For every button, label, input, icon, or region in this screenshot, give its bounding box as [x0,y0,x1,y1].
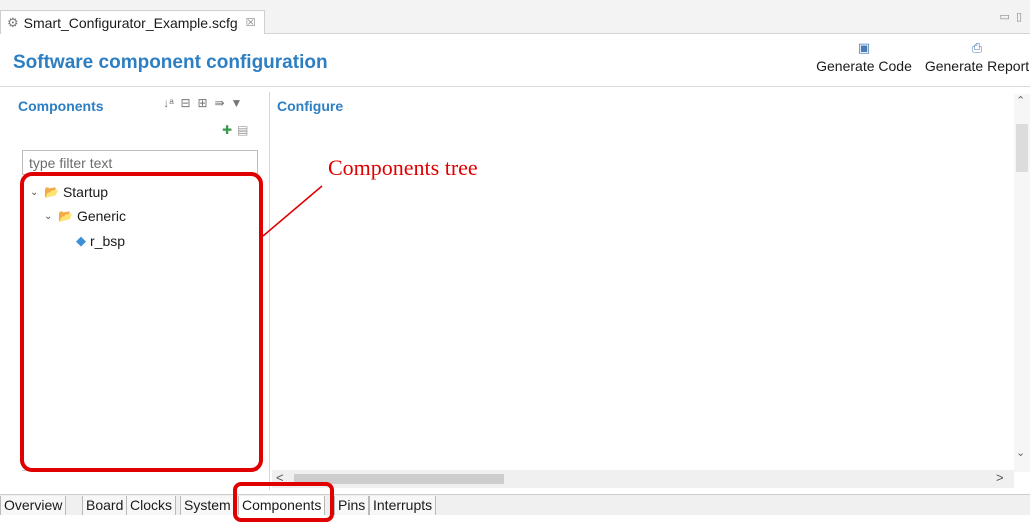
view-menu-icon[interactable]: ▼ [230,96,243,110]
tab-interrupts[interactable]: Interrupts [369,496,437,515]
components-pane-bottom [22,470,258,488]
generate-report-label: Generate Report [924,58,1030,74]
tab-overview[interactable]: Overview [0,496,67,515]
configure-pane-title: Configure [277,98,344,114]
collapse-all-icon[interactable]: ⊟ [179,96,192,110]
callout-label: Components tree [328,155,478,180]
generate-code-icon: ▣ [857,40,871,55]
vertical-scroll-thumb[interactable] [1016,124,1028,172]
generate-code-label: Generate Code [816,58,912,74]
tab-pins[interactable]: Pins [334,496,370,515]
components-tab-highlight [233,482,334,522]
tab-system[interactable]: System [180,496,235,515]
components-toolbar-secondary: ✚ ▤ [222,123,248,137]
components-toolbar: ↓ᵃ ⊟ ⊞ ⇛ ▼ [162,96,243,110]
tab-board[interactable]: Board [82,496,128,515]
page-title: Software component configuration [13,52,328,73]
view-switch-icon[interactable]: ⇛ [213,96,226,110]
generate-report-icon: ⎙ [971,40,983,55]
close-tab-icon[interactable]: ☒ [246,16,256,29]
scroll-down-icon[interactable]: ⌄ [1016,446,1025,459]
expand-all-icon[interactable]: ⊞ [196,96,209,110]
generate-code-button[interactable]: ▣ Generate Code [808,40,920,84]
maximize-icon[interactable]: ▯ [1016,11,1028,23]
editor-tab[interactable]: ⚙ Smart_Configurator_Example.scfg ☒ [0,10,265,34]
editor-tab-title: Smart_Configurator_Example.scfg [23,14,238,31]
minimize-icon[interactable]: ▭ [1000,11,1016,23]
scroll-up-icon[interactable]: ⌃ [1016,94,1025,107]
tab-clocks[interactable]: Clocks [126,496,177,515]
remove-component-icon[interactable]: ▤ [237,123,248,137]
sort-icon[interactable]: ↓ᵃ [162,96,175,110]
scroll-right-icon[interactable]: > [996,470,1004,485]
components-pane-title: Components [18,98,104,114]
window-controls[interactable]: ▭▯ [1000,10,1028,23]
generate-report-button[interactable]: ⎙ Generate Report [922,40,1030,84]
add-component-icon[interactable]: ✚ [222,123,232,137]
components-tree-highlight [20,172,263,472]
config-file-icon: ⚙ [7,14,19,30]
